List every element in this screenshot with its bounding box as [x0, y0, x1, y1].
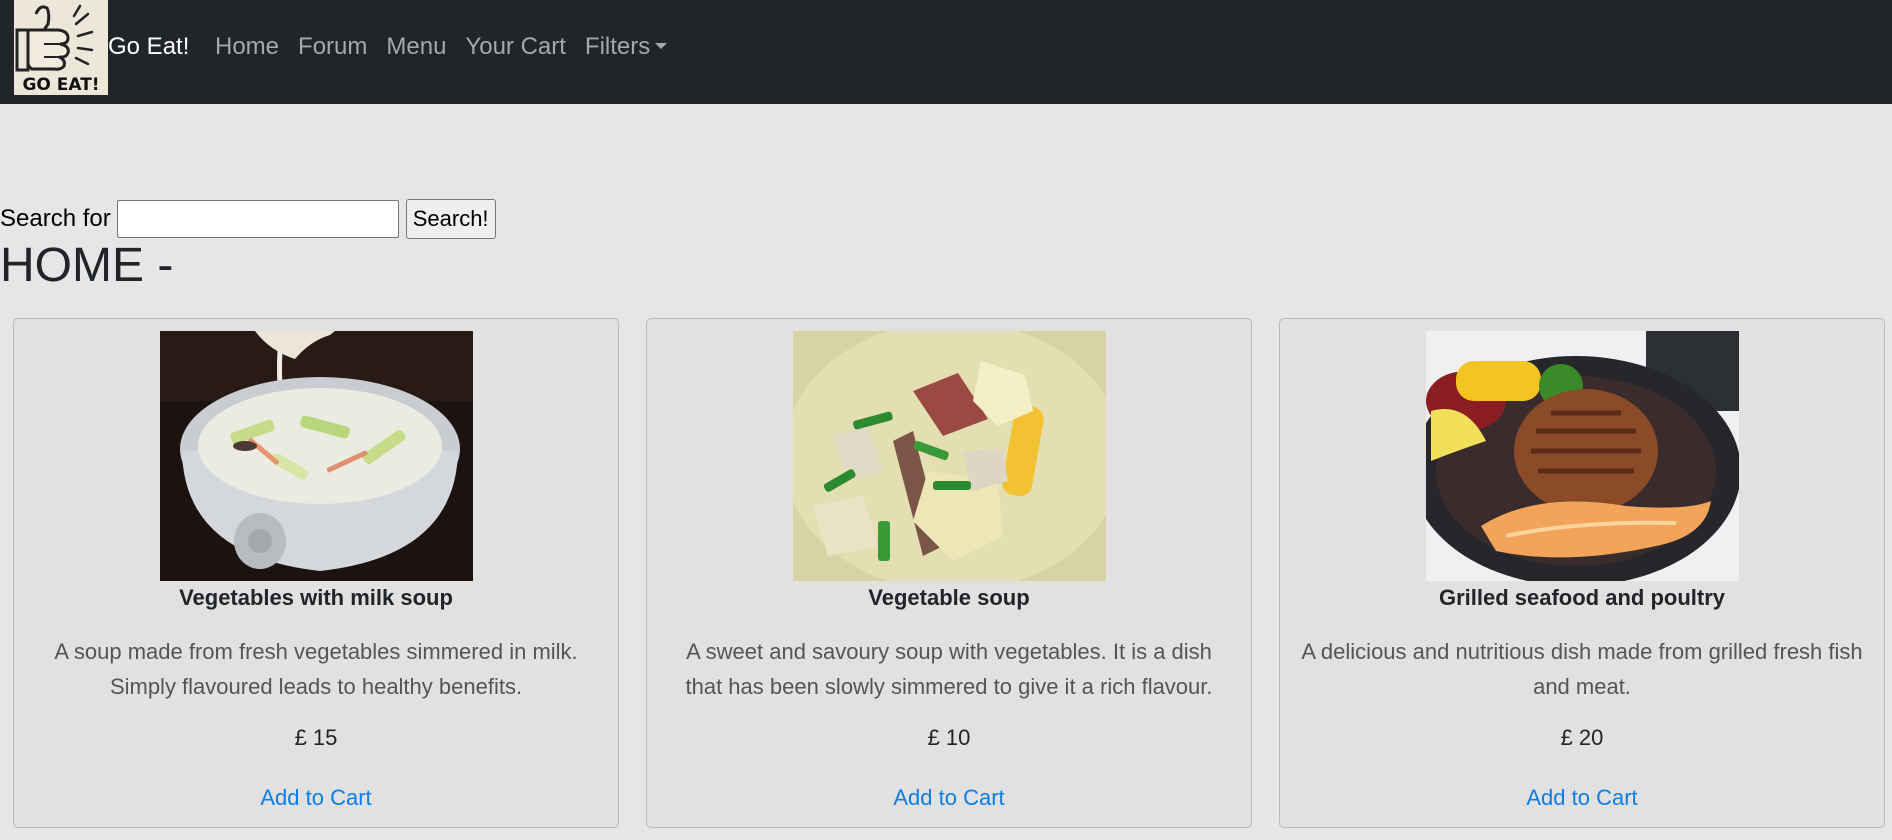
add-to-cart-link[interactable]: Add to Cart — [647, 785, 1251, 811]
product-price: £ 10 — [927, 725, 971, 750]
search-button[interactable]: Search! — [405, 199, 496, 239]
product-card: Vegetable soup A sweet and savoury soup … — [646, 318, 1252, 828]
nav-link-home[interactable]: Home — [215, 33, 279, 61]
nav-link-menu[interactable]: Menu — [386, 33, 446, 61]
nav-links: Home Forum Menu Your Cart Filters — [215, 33, 668, 61]
thumbs-up-logo-icon: GO EAT! — [14, 0, 108, 95]
brand-name[interactable]: Go Eat! — [108, 33, 189, 61]
search-label: Search for — [0, 205, 111, 232]
product-title: Grilled seafood and poultry — [1438, 585, 1726, 610]
add-to-cart-link[interactable]: Add to Cart — [1280, 785, 1884, 811]
navbar: GO EAT! Go Eat! Home Forum Menu Your Car… — [0, 0, 1892, 104]
nav-link-forum[interactable]: Forum — [298, 33, 367, 61]
add-to-cart-link[interactable]: Add to Cart — [14, 785, 618, 811]
product-title: Vegetables with milk soup — [179, 585, 453, 610]
nav-link-your-cart[interactable]: Your Cart — [465, 33, 566, 61]
product-card: Grilled seafood and poultry A delicious … — [1279, 318, 1885, 828]
filters-dropdown[interactable]: Filters — [584, 33, 668, 61]
product-image-milk-soup — [160, 331, 473, 581]
svg-text:GO EAT!: GO EAT! — [22, 75, 99, 95]
caret-down-icon — [655, 43, 668, 50]
product-price: £ 20 — [1560, 725, 1604, 750]
go-eat-logo[interactable]: GO EAT! — [14, 0, 108, 95]
product-description: A delicious and nutritious dish made fro… — [1301, 639, 1863, 699]
search-input[interactable] — [116, 200, 399, 238]
product-card: Vegetables with milk soup A soup made fr… — [13, 318, 619, 828]
page-title: HOME - — [0, 239, 174, 292]
search-form: Search for Search! — [0, 198, 496, 240]
product-price: £ 15 — [294, 725, 338, 750]
product-description: A sweet and savoury soup with vegetables… — [685, 639, 1213, 699]
product-title: Vegetable soup — [868, 585, 1030, 610]
product-image-vegetable-soup — [793, 331, 1106, 581]
filters-label: Filters — [584, 33, 651, 60]
product-image-grilled-seafood — [1426, 331, 1739, 581]
product-description: A soup made from fresh vegetables simmer… — [54, 639, 578, 699]
